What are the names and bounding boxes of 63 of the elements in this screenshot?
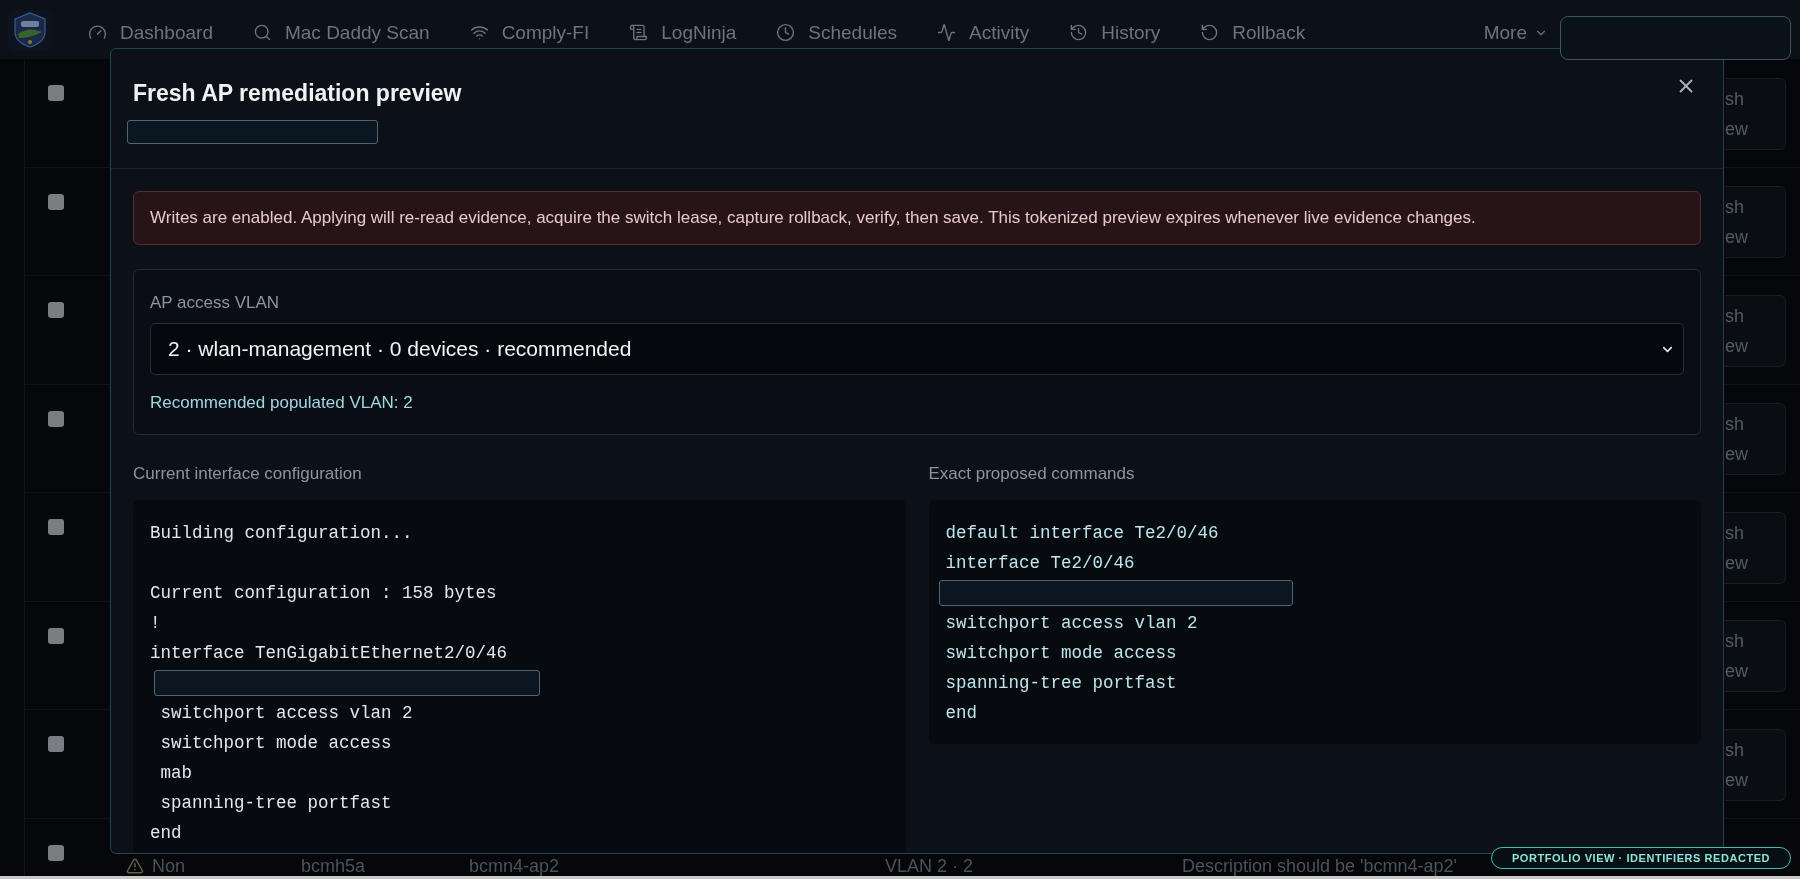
code-line: ! [150,612,162,635]
code-line: switchport access vlan 2 [159,702,414,725]
code-line: interface TenGigabitEthernet2/0/46 [150,642,509,665]
scroll-icon [629,23,649,42]
code-line: switchport access vlan 2 [945,612,1199,635]
row-action-button[interactable]: sh ew [1725,511,1786,584]
nav-link[interactable]: History [1069,20,1161,45]
wifi-icon [469,23,489,42]
clock-icon [776,23,796,42]
vlan-select[interactable]: 2 · wlan-management · 0 devices · recommended [150,323,1684,375]
table-cell: VLAN 2 · 2 [885,855,974,876]
code-line: spanning-tree portfast [945,672,1178,695]
code-line: end [150,822,183,845]
logo-icon[interactable] [8,10,52,51]
nav-link[interactable]: Comply-FI [469,20,590,45]
code-line: end [945,702,978,725]
search-icon [252,23,272,42]
row-action-button[interactable]: sh ew [1725,403,1786,475]
warning-icon [126,856,144,875]
row-checkbox[interactable] [48,736,64,752]
section-label: Current interface configuration [133,464,363,484]
code-line: switchport mode access [945,642,1178,665]
table-cell: Non [152,855,186,876]
row-checkbox[interactable] [48,193,64,210]
more-menu-button[interactable]: More [1483,20,1548,45]
field-label: AP access VLAN [150,293,281,313]
section-label: Exact proposed commands [928,464,1136,484]
row-action-button[interactable]: sh ew [1725,77,1786,150]
hint-text: Recommended populated VLAN: 2 [150,393,414,413]
row-checkbox[interactable] [48,302,64,318]
code-line: Building configuration... [150,522,414,545]
nav-link[interactable]: Rollback [1200,20,1306,45]
row-checkbox[interactable] [48,85,64,101]
table-cell: bcmh5a [301,855,366,876]
code-line: interface Te2/0/46 [945,552,1136,575]
row-checkbox[interactable] [48,410,64,427]
row-checkbox[interactable] [48,519,64,535]
nav-link[interactable]: Schedules [776,20,897,45]
table-cell: bcmn4-ap2 [469,855,560,876]
portfolio-badge: PORTFOLIO VIEW · IDENTIFIERS REDACTED [1491,847,1791,869]
row-action-button[interactable]: sh ew [1725,186,1786,258]
gauge-icon [88,23,107,42]
nav-link[interactable]: Activity [937,20,1030,45]
pulse-icon [937,23,956,42]
row-action-button[interactable]: sh ew [1725,728,1786,801]
nav-link[interactable]: Dashboard [88,20,213,45]
row-checkbox[interactable] [48,844,64,861]
alert-message: Writes are enabled. Applying will re-read evidence, acquire the switch lease, capture rollback, verify, then save. This tokenized preview expires whenever live evidence changes. [133,191,1701,245]
nav-link[interactable]: Mac Daddy Scan [252,20,430,45]
code-line: switchport mode access [159,732,393,755]
nav-link[interactable]: LogNinja [629,20,737,45]
code-line: spanning-tree portfast [159,792,393,815]
code-line: Current configuration : 158 bytes [150,582,498,605]
code-line: default interface Te2/0/46 [945,522,1220,545]
rotate-icon [1200,23,1220,42]
code-line: mab [159,762,193,785]
history-icon [1069,23,1089,42]
horizontal-scrollbar[interactable] [0,876,1800,879]
row-checkbox[interactable] [48,627,64,644]
row-action-button[interactable]: sh ew [1725,620,1786,692]
dialog-title: Fresh AP remediation preview [133,79,462,108]
table-cell: Description should be 'bcmn4-ap2' [1182,855,1458,876]
row-action-button[interactable]: sh ew [1725,294,1786,367]
